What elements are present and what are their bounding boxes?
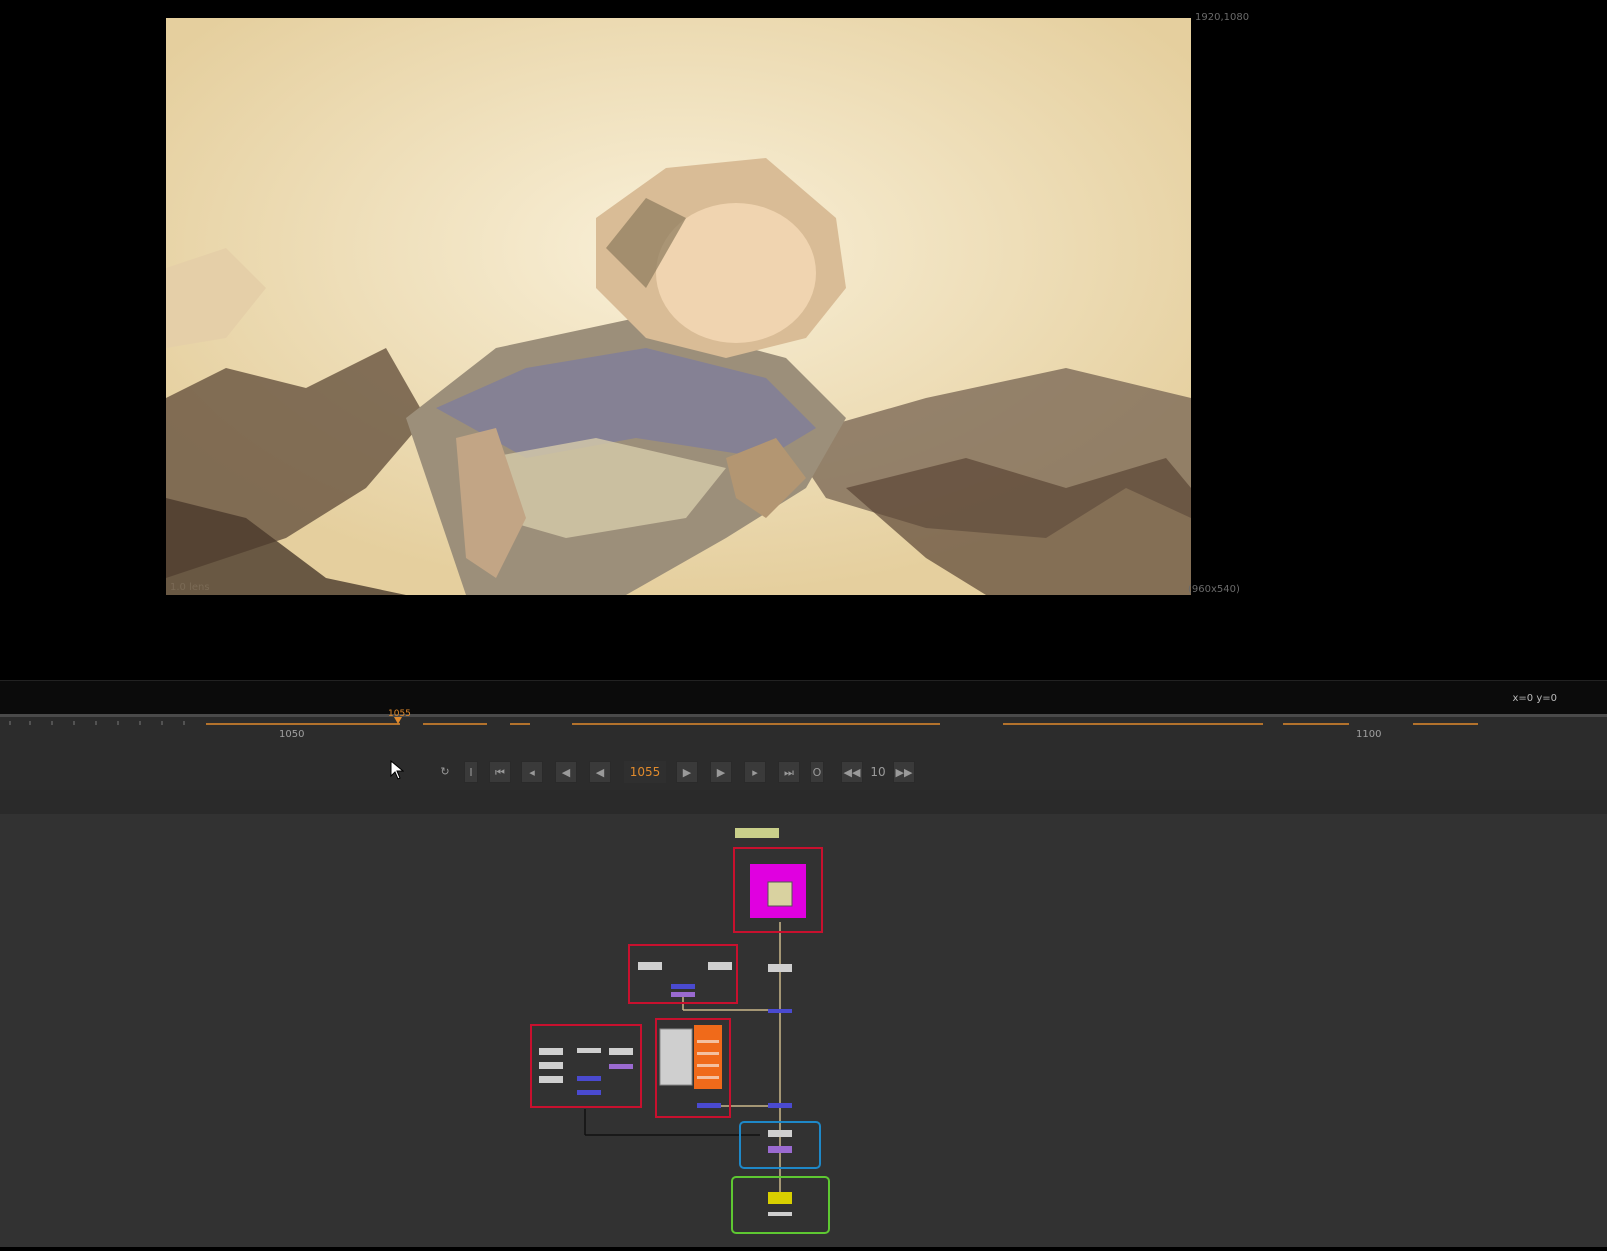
- format-top-right-label: 1920,1080: [1195, 12, 1250, 23]
- frame-increment-input[interactable]: 10: [866, 761, 890, 783]
- playhead-label: 1055: [388, 709, 411, 719]
- format-bottom-right-label: (960x540): [1188, 584, 1240, 595]
- pointer-coordinates: x=0 y=0: [1512, 693, 1558, 704]
- scene-image: [166, 18, 1191, 595]
- transport-controls: ↻ I ⏮ ◂ ◀ ◀ 1055 ▶ ▶ ▸ ⏭ O ◀◀ 10 ▶▶: [0, 761, 1607, 787]
- dot-node: [735, 828, 779, 838]
- skip-back-increment-button[interactable]: ◀◀: [841, 761, 863, 783]
- viewer-image: 1.0 lens: [166, 18, 1191, 595]
- timeline-panel[interactable]: 1050 1100 1055 ↻ I ⏮ ◂ ◀ ◀ 1055 ▶ ▶ ▸ ⏭ …: [0, 709, 1607, 793]
- out-point-button[interactable]: O: [810, 761, 824, 783]
- node-graph-canvas[interactable]: [0, 814, 1607, 1247]
- mouse-pointer-icon: [390, 759, 405, 784]
- write-node: [768, 1192, 792, 1204]
- timeline-tick-label: 1050: [279, 729, 305, 740]
- play-forward-button[interactable]: ▶: [676, 761, 698, 783]
- viewer-status-bar: x=0 y=0: [0, 680, 1607, 715]
- in-point-button[interactable]: I: [464, 761, 478, 783]
- node-graph-panel[interactable]: [0, 790, 1607, 1247]
- go-to-start-button[interactable]: ⏮: [489, 761, 511, 783]
- timeline-tick-label: 1100: [1356, 729, 1382, 740]
- step-forward-button[interactable]: ▶: [710, 761, 732, 783]
- skip-forward-increment-button[interactable]: ▶▶: [893, 761, 915, 783]
- viewer-lens-label: 1.0 lens: [170, 582, 210, 593]
- viewer-panel[interactable]: 1.0 lens 1920,1080 (960x540): [0, 0, 1607, 680]
- read-node-thumbnail: [767, 881, 793, 907]
- previous-keyframe-button[interactable]: ◂: [521, 761, 543, 783]
- loop-mode-icon[interactable]: ↻: [434, 761, 456, 783]
- step-back-button[interactable]: ◀: [555, 761, 577, 783]
- play-backward-button[interactable]: ◀: [589, 761, 611, 783]
- go-to-end-button[interactable]: ⏭: [778, 761, 800, 783]
- current-frame-input[interactable]: 1055: [624, 761, 666, 783]
- next-keyframe-button[interactable]: ▸: [744, 761, 766, 783]
